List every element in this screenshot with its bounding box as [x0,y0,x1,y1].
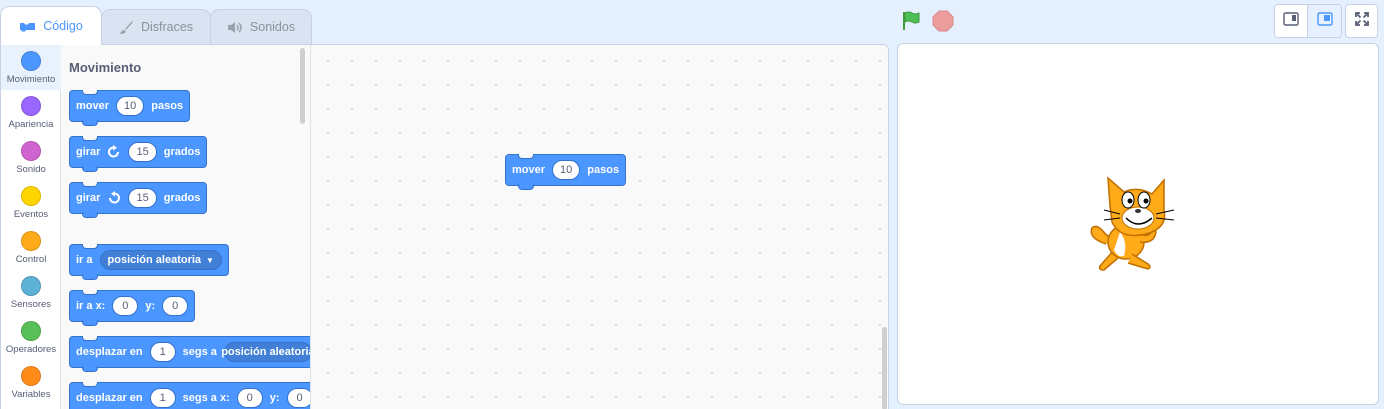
category-label: Apariencia [8,119,54,130]
fullscreen-button[interactable] [1345,4,1378,38]
steps-input[interactable]: 10 [116,96,145,116]
block-text: grados [163,146,201,158]
block-text: mover [76,100,110,112]
stage-controls [900,10,954,37]
rotate-left-icon [107,191,121,205]
block-palette: Movimiento mover 10 pasos girar 15 grado… [61,45,311,409]
glide-to-block[interactable]: desplazar en 1 segs a posición aleatoria [69,336,311,372]
degrees-input[interactable]: 15 [128,188,157,208]
palette-scrollbar[interactable] [300,48,305,124]
turn-left-block[interactable]: girar 15 grados [69,182,208,218]
block-text: grados [163,192,201,204]
category-menu: Movimiento Apariencia Sonido Eventos Con… [1,45,61,409]
secs-input[interactable]: 1 [149,342,176,362]
script-move-steps-block[interactable]: mover 10 pasos [505,154,627,190]
block-text: ir a x: [76,300,106,312]
block-text: y: [269,392,280,404]
cat-sprite-icon[interactable] [1084,170,1194,285]
stage-size-toggle [1274,4,1342,38]
looks-dot-icon [21,96,41,116]
block-text: segs a x: [182,392,230,404]
category-label: Sensores [10,299,52,310]
block-text: mover [512,164,546,176]
brush-icon [119,20,134,35]
category-operators[interactable]: Operadores [1,315,61,360]
chevron-down-icon: ▼ [206,255,214,265]
secs-input[interactable]: 1 [149,388,176,408]
workspace-scrollbar[interactable] [882,327,887,409]
rotate-right-icon [107,145,121,159]
category-events[interactable]: Eventos [1,180,61,225]
green-flag-icon[interactable] [900,10,922,37]
tab-costumes[interactable]: Disfraces [101,9,211,44]
category-label: Movimiento [6,74,56,85]
x-input[interactable]: 0 [236,388,263,408]
glide-target-dropdown[interactable]: posición aleatoria [221,342,311,362]
category-label: Operadores [5,344,57,355]
sound-dot-icon [21,141,41,161]
operators-dot-icon [21,321,41,341]
category-label: Control [15,254,47,265]
category-control[interactable]: Control [1,225,61,270]
events-dot-icon [21,186,41,206]
stage-canvas[interactable] [897,43,1379,405]
block-text: girar [76,192,101,204]
small-stage-icon [1283,11,1299,31]
goto-xy-block[interactable]: ir a x: 0 y: 0 [69,290,196,326]
variables-dot-icon [21,366,41,386]
x-input[interactable]: 0 [112,296,139,316]
palette-title: Movimiento [69,60,142,75]
goto-target-dropdown[interactable]: posición aleatoria ▼ [99,250,222,270]
editor-tabs: Código Disfraces Sonidos [0,0,320,45]
category-variables[interactable]: Variables [1,360,61,405]
tab-code[interactable]: Código [0,6,102,45]
dropdown-value: posición aleatoria [221,346,311,358]
steps-input[interactable]: 10 [552,160,581,180]
degrees-input[interactable]: 15 [128,142,157,162]
code-editor: Movimiento Apariencia Sonido Eventos Con… [0,44,889,409]
y-input[interactable]: 0 [162,296,189,316]
category-sensing[interactable]: Sensores [1,270,61,315]
block-text: segs a [182,346,217,358]
tab-sounds[interactable]: Sonidos [210,9,312,44]
category-sound[interactable]: Sonido [1,135,61,180]
control-dot-icon [21,231,41,251]
speaker-icon [227,21,243,34]
fullscreen-icon [1354,11,1369,31]
block-text: pasos [151,100,184,112]
block-text: pasos [587,164,620,176]
turn-right-block[interactable]: girar 15 grados [69,136,208,172]
block-text: ir a [76,254,93,266]
tab-code-label: Código [43,19,83,33]
normal-stage-icon [1316,11,1333,31]
small-stage-button[interactable] [1275,5,1308,37]
category-label: Eventos [13,209,49,220]
category-label: Sonido [16,164,46,175]
goto-block[interactable]: ir a posición aleatoria ▼ [69,244,229,280]
category-label: Variables [11,389,51,400]
glide-xy-block[interactable]: desplazar en 1 segs a x: 0 y: 0 [69,382,310,409]
block-text: desplazar en [76,346,143,358]
tab-sounds-label: Sonidos [249,20,296,34]
dropdown-value: posición aleatoria [107,254,202,266]
script-workspace[interactable]: mover 10 pasos [312,45,888,409]
motion-dot-icon [21,51,41,71]
block-text: y: [145,300,156,312]
normal-stage-button[interactable] [1308,5,1341,37]
category-looks[interactable]: Apariencia [1,90,61,135]
code-icon [19,21,36,32]
block-text: desplazar en [76,392,143,404]
y-input[interactable]: 0 [286,388,310,408]
block-text: girar [76,146,101,158]
tab-costumes-label: Disfraces [140,20,194,34]
move-steps-block[interactable]: mover 10 pasos [69,90,191,126]
sensing-dot-icon [21,276,41,296]
stop-icon[interactable] [932,10,954,37]
category-motion[interactable]: Movimiento [1,45,61,90]
